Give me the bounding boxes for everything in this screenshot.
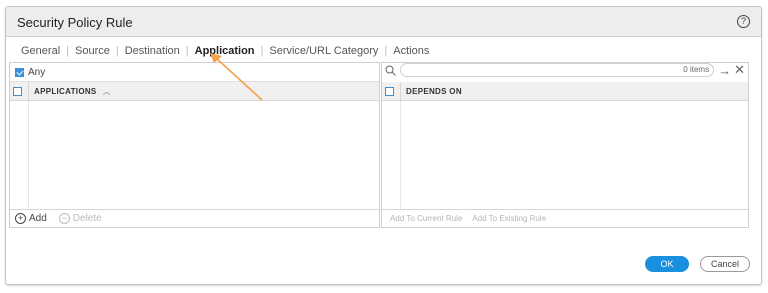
annotation-arrow-icon — [210, 53, 263, 101]
